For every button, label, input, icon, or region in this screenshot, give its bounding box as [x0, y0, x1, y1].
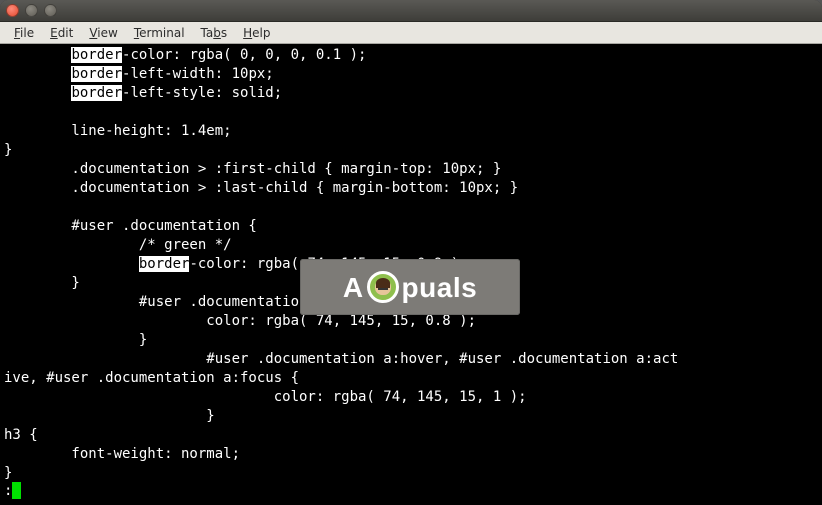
menu-help[interactable]: Help [235, 24, 278, 42]
menu-view[interactable]: View [81, 24, 125, 42]
code-line [4, 256, 139, 272]
code-line: font-weight: normal; [4, 446, 240, 462]
menu-tabs-label: s [221, 26, 227, 40]
search-match: border [71, 85, 122, 101]
vim-command-line[interactable]: : [4, 482, 21, 501]
code-line [4, 47, 71, 63]
code-line: line-height: 1.4em; [4, 123, 232, 139]
titlebar[interactable] [0, 0, 822, 22]
menubar: File Edit View Terminal Tabs Help [0, 22, 822, 44]
menu-file[interactable]: File [6, 24, 42, 42]
terminal-window: File Edit View Terminal Tabs Help border… [0, 0, 822, 505]
code-line: } [4, 275, 80, 291]
code-line: color: rgba( 74, 145, 15, 1 ); [4, 389, 527, 405]
menu-file-label: ile [20, 26, 34, 40]
menu-terminal-label: erminal [139, 26, 184, 40]
code-line: -left-width: 10px; [122, 66, 274, 82]
search-match: border [139, 256, 190, 272]
code-line [4, 85, 71, 101]
code-line: } [4, 408, 215, 424]
code-line: #user .documentation a:hover, #user .doc… [4, 351, 678, 367]
menu-terminal[interactable]: Terminal [126, 24, 193, 42]
terminal-area[interactable]: border-color: rgba( 0, 0, 0, 0.1 ); bord… [0, 44, 822, 505]
appuals-mascot-icon [366, 270, 400, 304]
cursor-icon [12, 482, 21, 499]
code-line: ive, #user .documentation a:focus { [4, 370, 299, 386]
code-line: } [4, 332, 147, 348]
code-line: } [4, 142, 12, 158]
menu-view-label: iew [97, 26, 118, 40]
code-line: -color: rgba( 0, 0, 0, 0.1 ); [122, 47, 366, 63]
search-match: border [71, 47, 122, 63]
maximize-icon[interactable] [44, 4, 57, 17]
close-icon[interactable] [6, 4, 19, 17]
code-line [4, 66, 71, 82]
watermark-text: A [343, 278, 364, 297]
vim-prompt: : [4, 483, 12, 499]
code-line: h3 { [4, 427, 38, 443]
code-line: #user .documentation { [4, 218, 257, 234]
code-line: .documentation > :first-child { margin-t… [4, 161, 501, 177]
watermark-logo: A puals [300, 259, 520, 315]
menu-help-label: elp [252, 26, 270, 40]
window-buttons [6, 4, 57, 17]
code-line: /* green */ [4, 237, 232, 253]
code-line: } [4, 465, 12, 481]
code-line: .documentation > :last-child { margin-bo… [4, 180, 518, 196]
code-line: #user .documentation a { [4, 294, 341, 310]
menu-tabs[interactable]: Tabs [193, 24, 236, 42]
menu-edit-label: dit [58, 26, 74, 40]
code-line: -left-style: solid; [122, 85, 282, 101]
menu-edit[interactable]: Edit [42, 24, 81, 42]
search-match: border [71, 66, 122, 82]
minimize-icon[interactable] [25, 4, 38, 17]
